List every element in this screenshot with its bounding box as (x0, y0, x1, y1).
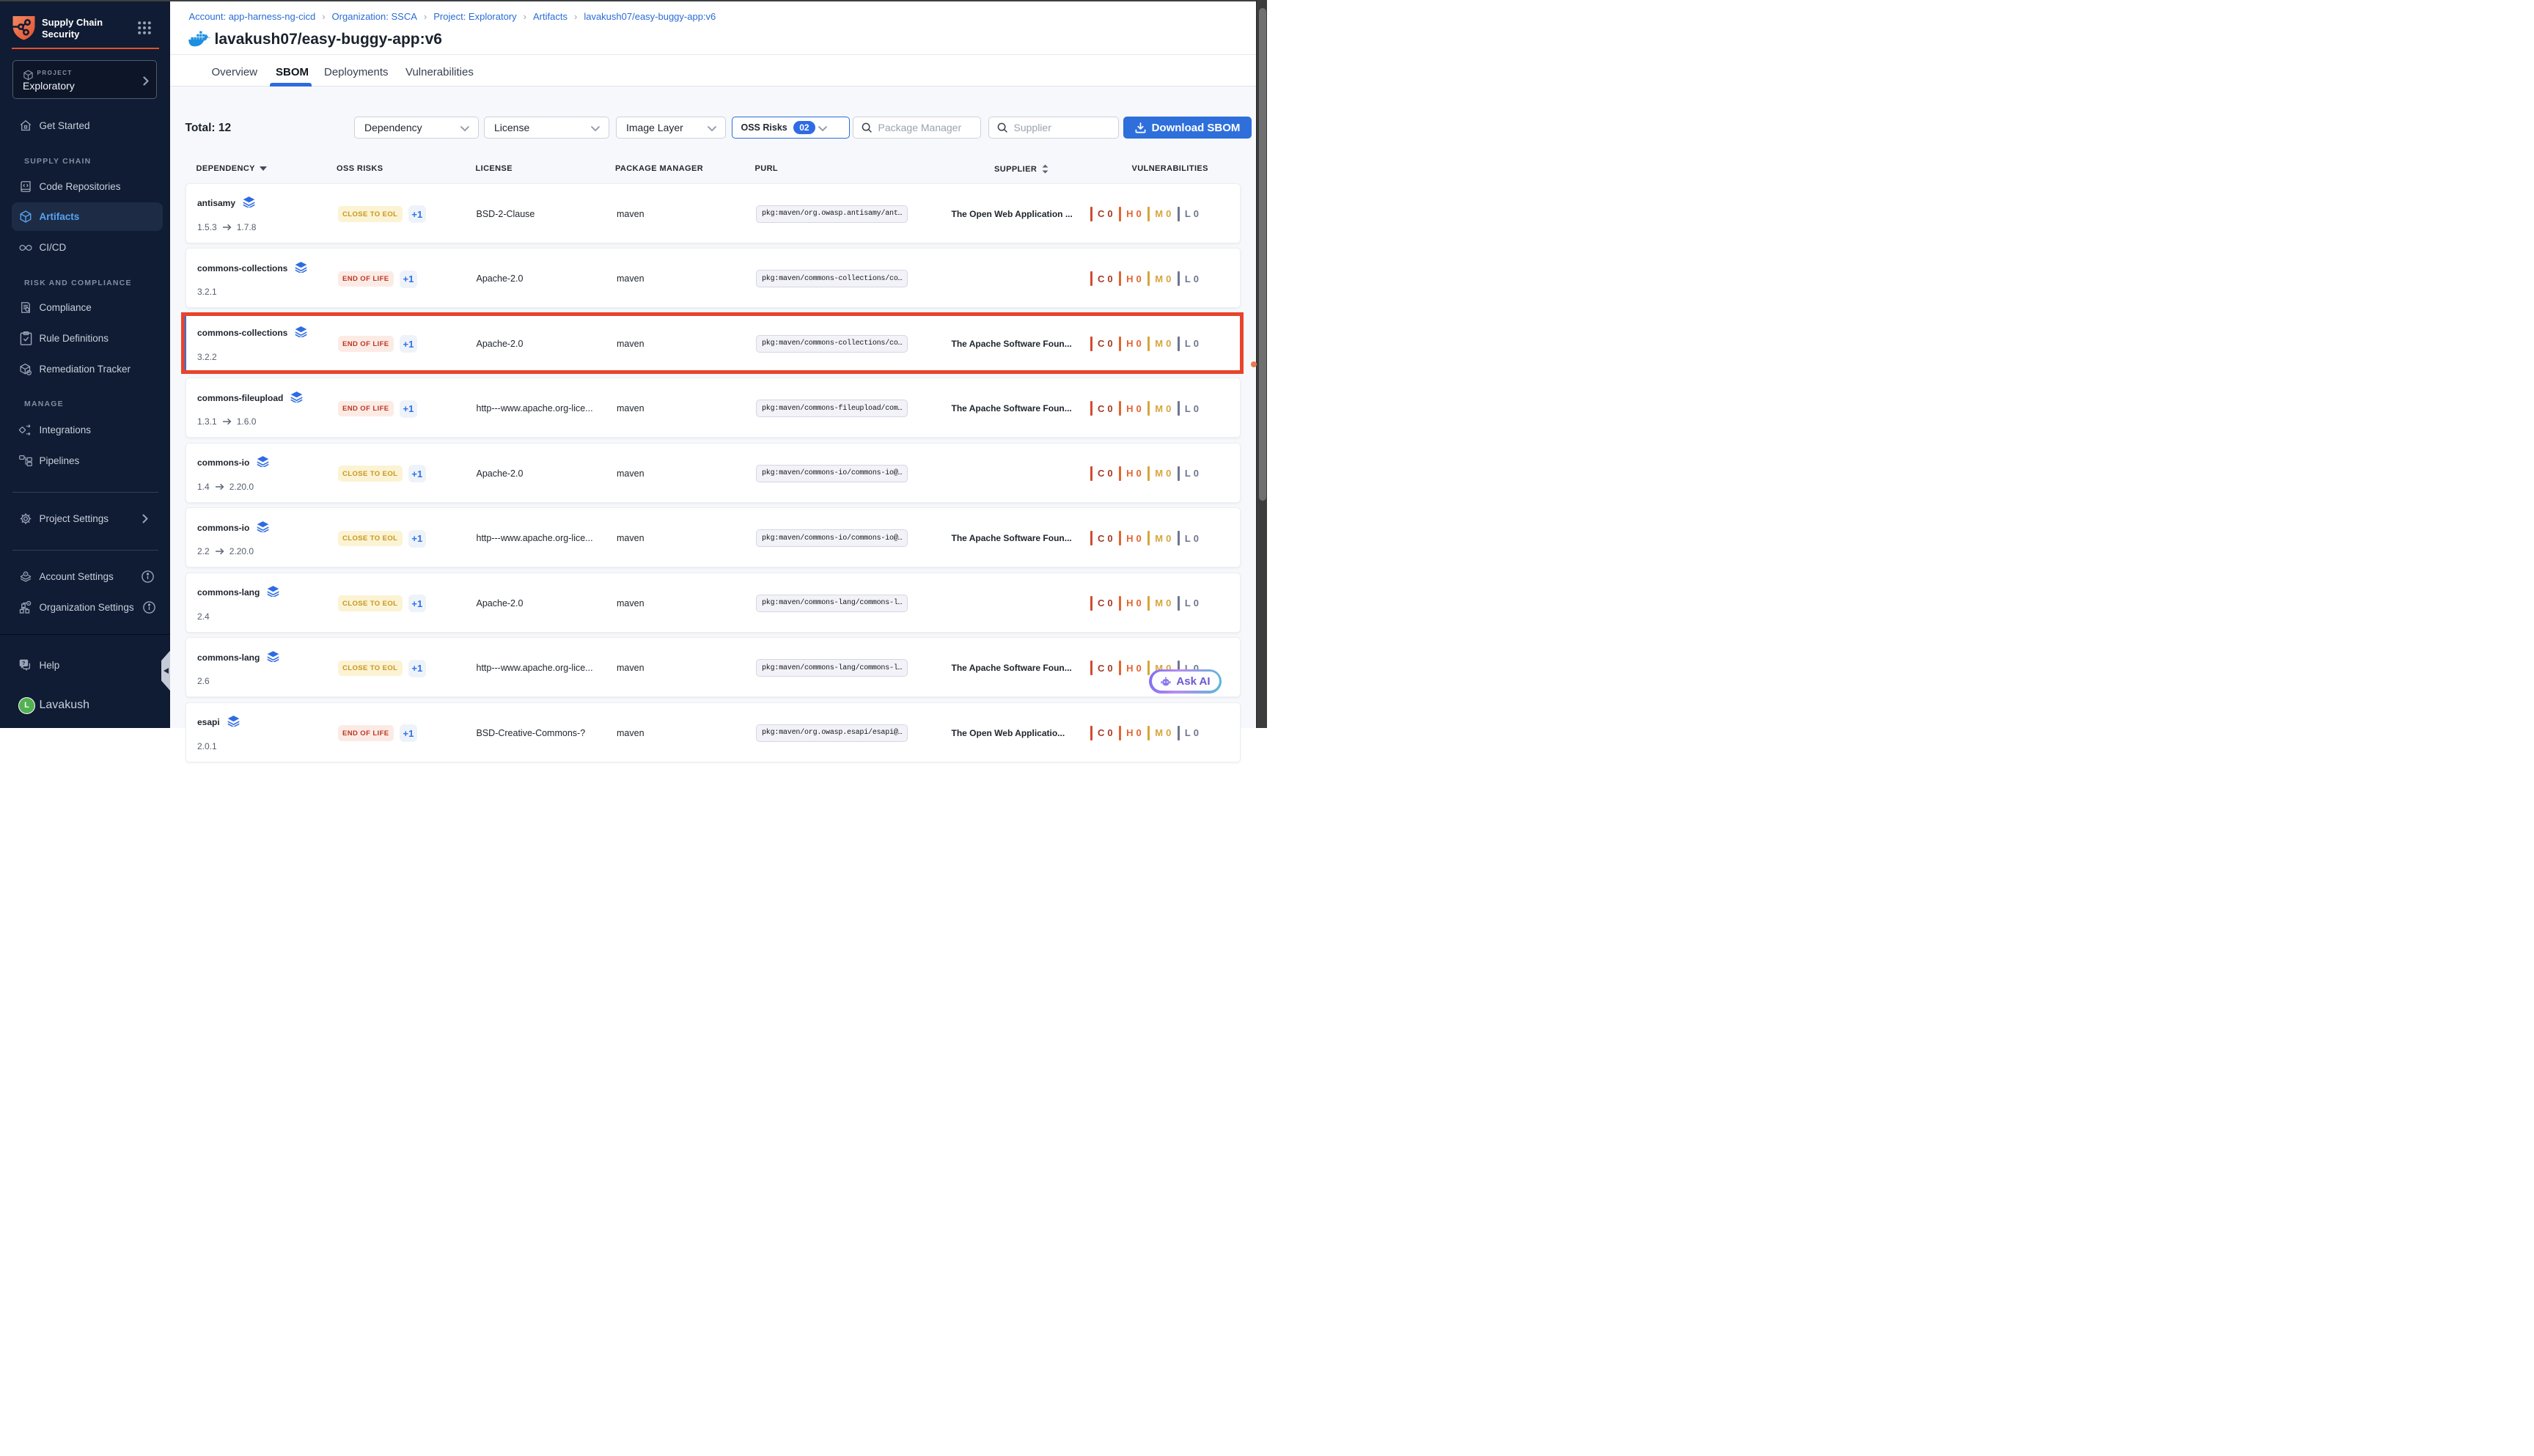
svg-text:?: ? (22, 660, 25, 666)
